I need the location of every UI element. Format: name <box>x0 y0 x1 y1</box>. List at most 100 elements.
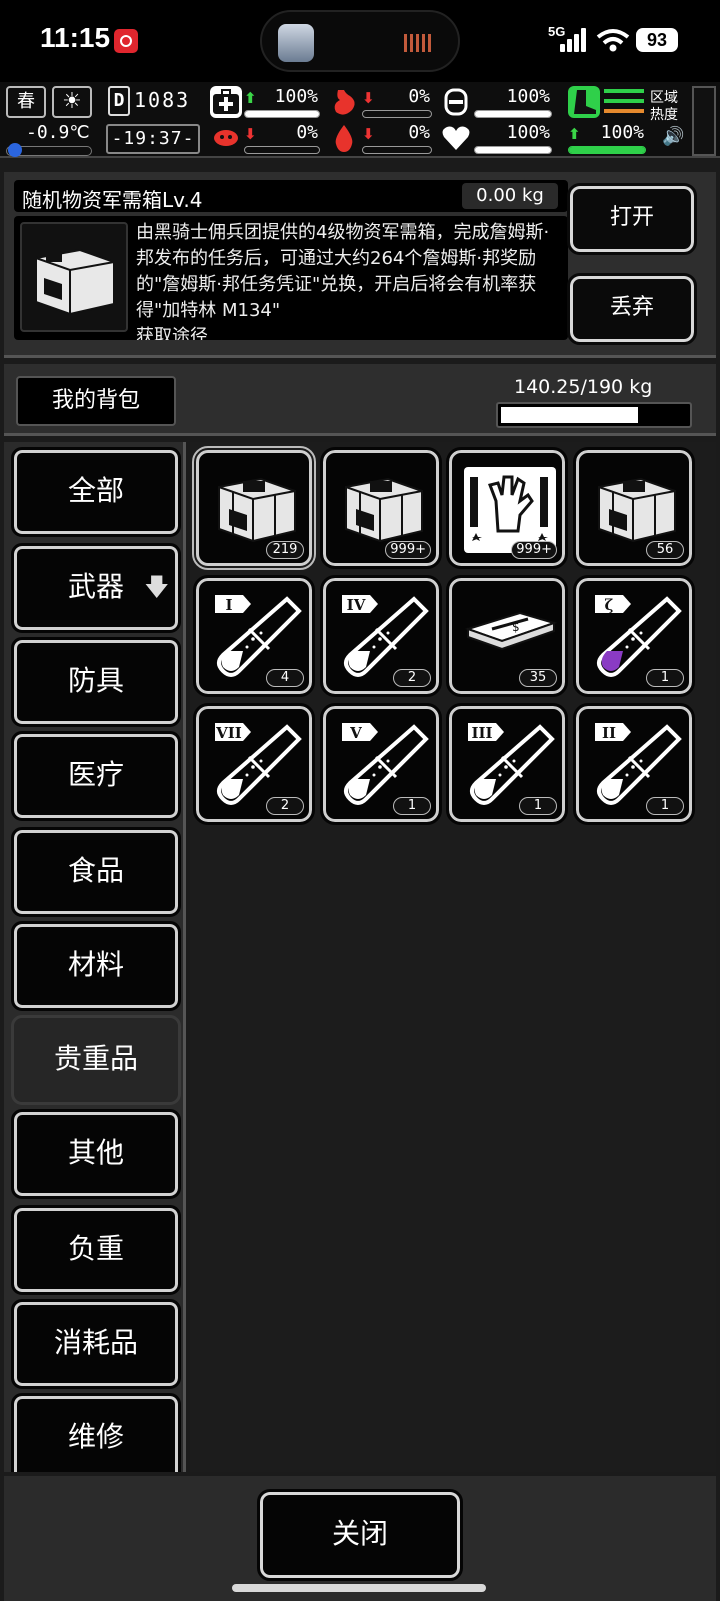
medkit-icon <box>210 86 242 118</box>
temperature-readout: -0.9℃ <box>26 122 90 143</box>
day-label: D <box>108 86 130 116</box>
inventory-slot[interactable]: $35 <box>446 575 568 697</box>
category-all[interactable]: 全部 <box>11 447 181 537</box>
sun-icon: ☀ <box>52 86 92 118</box>
close-button[interactable]: 关闭 <box>257 1489 463 1581</box>
item-source-label: 获取途径 <box>136 326 208 340</box>
category-load[interactable]: 负重 <box>11 1205 181 1295</box>
trend-down-icon: ⬇ <box>362 125 375 143</box>
hunger-bar <box>362 110 432 118</box>
category-valuables[interactable]: 贵重品 <box>11 1015 181 1105</box>
crate-icon <box>20 222 128 332</box>
armor-stat[interactable]: 100% <box>440 86 552 118</box>
inventory-slot[interactable]: 56 <box>573 447 695 569</box>
category-armor[interactable]: 防具 <box>11 637 181 727</box>
backpack-bar: 我的背包 140.25/190 kg <box>4 364 716 436</box>
wifi-icon <box>596 29 630 52</box>
boot-icon <box>568 86 600 118</box>
inventory-slot[interactable]: I4 <box>193 575 315 697</box>
item-count-badge: 1 <box>646 797 684 815</box>
backpack-weight-meter <box>496 402 692 428</box>
stamina-stat[interactable] <box>568 86 646 118</box>
inventory-grid: 219 999+ 999+ 56 I 4 IV 2 $35 ζ 1 VII 2 V 1 III 1 II 1 <box>190 442 716 1472</box>
dynamic-island[interactable] <box>260 10 460 72</box>
bottom-bar: 关闭 <box>4 1476 716 1601</box>
item-count-badge: 999+ <box>511 541 557 559</box>
svg-text:$: $ <box>512 620 520 634</box>
item-count-badge: 1 <box>519 797 557 815</box>
inventory-slot[interactable]: VII 2 <box>193 703 315 825</box>
trend-down-icon: ⬇ <box>362 89 375 107</box>
category-medical[interactable]: 医疗 <box>11 731 181 821</box>
thirst-value: 0% <box>408 122 430 143</box>
category-other[interactable]: 其他 <box>11 1109 181 1199</box>
backpack-title: 我的背包 <box>16 376 176 426</box>
item-count-badge: 4 <box>266 669 304 687</box>
svg-text:III: III <box>471 724 492 742</box>
item-description-box[interactable]: 由黑骑士佣兵团提供的4级物资军需箱，完成詹姆斯·邦发布的任务后，可通过大约264… <box>14 216 568 340</box>
mood-bar <box>474 146 552 154</box>
audio-wave-icon <box>404 34 434 52</box>
category-food[interactable]: 食品 <box>11 827 181 917</box>
category-consumables[interactable]: 消耗品 <box>11 1299 181 1389</box>
item-count-badge: 35 <box>519 669 557 687</box>
blood-drop-icon <box>328 122 360 154</box>
region-heat-label: 区域热度 <box>650 90 678 123</box>
mood-stat[interactable]: 100% <box>440 122 552 154</box>
item-count-badge: 1 <box>393 797 431 815</box>
inventory-slot[interactable]: IV 2 <box>320 575 442 697</box>
virus-icon <box>210 122 242 154</box>
stamina-line-icon <box>604 99 644 103</box>
thirst-bar <box>362 146 432 154</box>
hunger-stat[interactable]: ⬇ 0% <box>328 86 432 118</box>
category-repair[interactable]: 维修 <box>11 1393 181 1472</box>
item-count-badge: 2 <box>266 797 304 815</box>
armor-fill <box>475 111 551 117</box>
item-count-badge: 1 <box>646 669 684 687</box>
signal-icon <box>560 28 588 52</box>
backpack-weight: 140.25/190 kg <box>514 376 653 398</box>
game-clock: -19:37- <box>106 124 200 154</box>
category-sidebar[interactable]: 全部 武器 🡇 防具 医疗 食品 材料 贵重品 其他 负重 消耗品 维修 <box>4 442 186 1472</box>
trend-down-icon: ⬇ <box>244 125 257 143</box>
category-label: 武器 <box>67 570 124 603</box>
inventory-slot[interactable]: II 1 <box>573 703 695 825</box>
inventory-slot[interactable]: III 1 <box>446 703 568 825</box>
category-weapons[interactable]: 武器 🡇 <box>11 543 181 633</box>
item-title-bar: 随机物资军需箱Lv.4 0.00 kg <box>14 180 568 212</box>
home-indicator[interactable] <box>232 1584 486 1592</box>
heart-icon <box>440 122 472 154</box>
svg-text:II: II <box>602 724 616 742</box>
item-description-text: 由黑骑士佣兵团提供的4级物资军需箱，完成詹姆斯·邦发布的任务后，可通过大约264… <box>136 222 550 321</box>
trend-up-icon: ⬆ <box>568 125 581 143</box>
system-status-bar: 11:15 5G 93 <box>0 0 720 82</box>
day-number: 1083 <box>134 88 191 112</box>
item-count-badge: 2 <box>393 669 431 687</box>
app-thumbnail-icon <box>278 24 314 62</box>
backpack-weight-fill <box>501 407 639 423</box>
health-value: 100% <box>274 86 318 107</box>
health-stat[interactable]: ⬆ 100% <box>210 86 320 118</box>
screen-record-icon <box>114 29 138 53</box>
item-count-badge: 999+ <box>385 541 431 559</box>
discard-button[interactable]: 丢弃 <box>567 273 697 345</box>
armor-bar <box>474 110 552 118</box>
infection-stat[interactable]: ⬇ 0% <box>210 122 320 154</box>
stamina-line-icon <box>604 109 644 113</box>
mood-value: 100% <box>506 122 550 143</box>
inventory-slot[interactable]: 219 <box>192 446 316 570</box>
thermometer-icon <box>6 143 92 157</box>
item-count-badge: 56 <box>646 541 684 559</box>
inventory-slot[interactable]: 999+ <box>446 447 568 569</box>
thirst-stat[interactable]: ⬇ 0% <box>328 122 432 154</box>
open-button[interactable]: 打开 <box>567 183 697 255</box>
inventory-slot[interactable]: 999+ <box>320 447 442 569</box>
energy-stat[interactable]: ⬆ 100% <box>568 122 646 154</box>
speaker-icon[interactable]: 🔊 <box>662 126 684 147</box>
inventory-slot[interactable]: V1 <box>320 703 442 825</box>
stomach-icon <box>328 86 360 118</box>
inventory-slot[interactable]: ζ1 <box>573 575 695 697</box>
stamina-line-icon <box>604 89 644 93</box>
item-name: 随机物资军需箱Lv.4 <box>22 188 203 212</box>
category-materials[interactable]: 材料 <box>11 921 181 1011</box>
